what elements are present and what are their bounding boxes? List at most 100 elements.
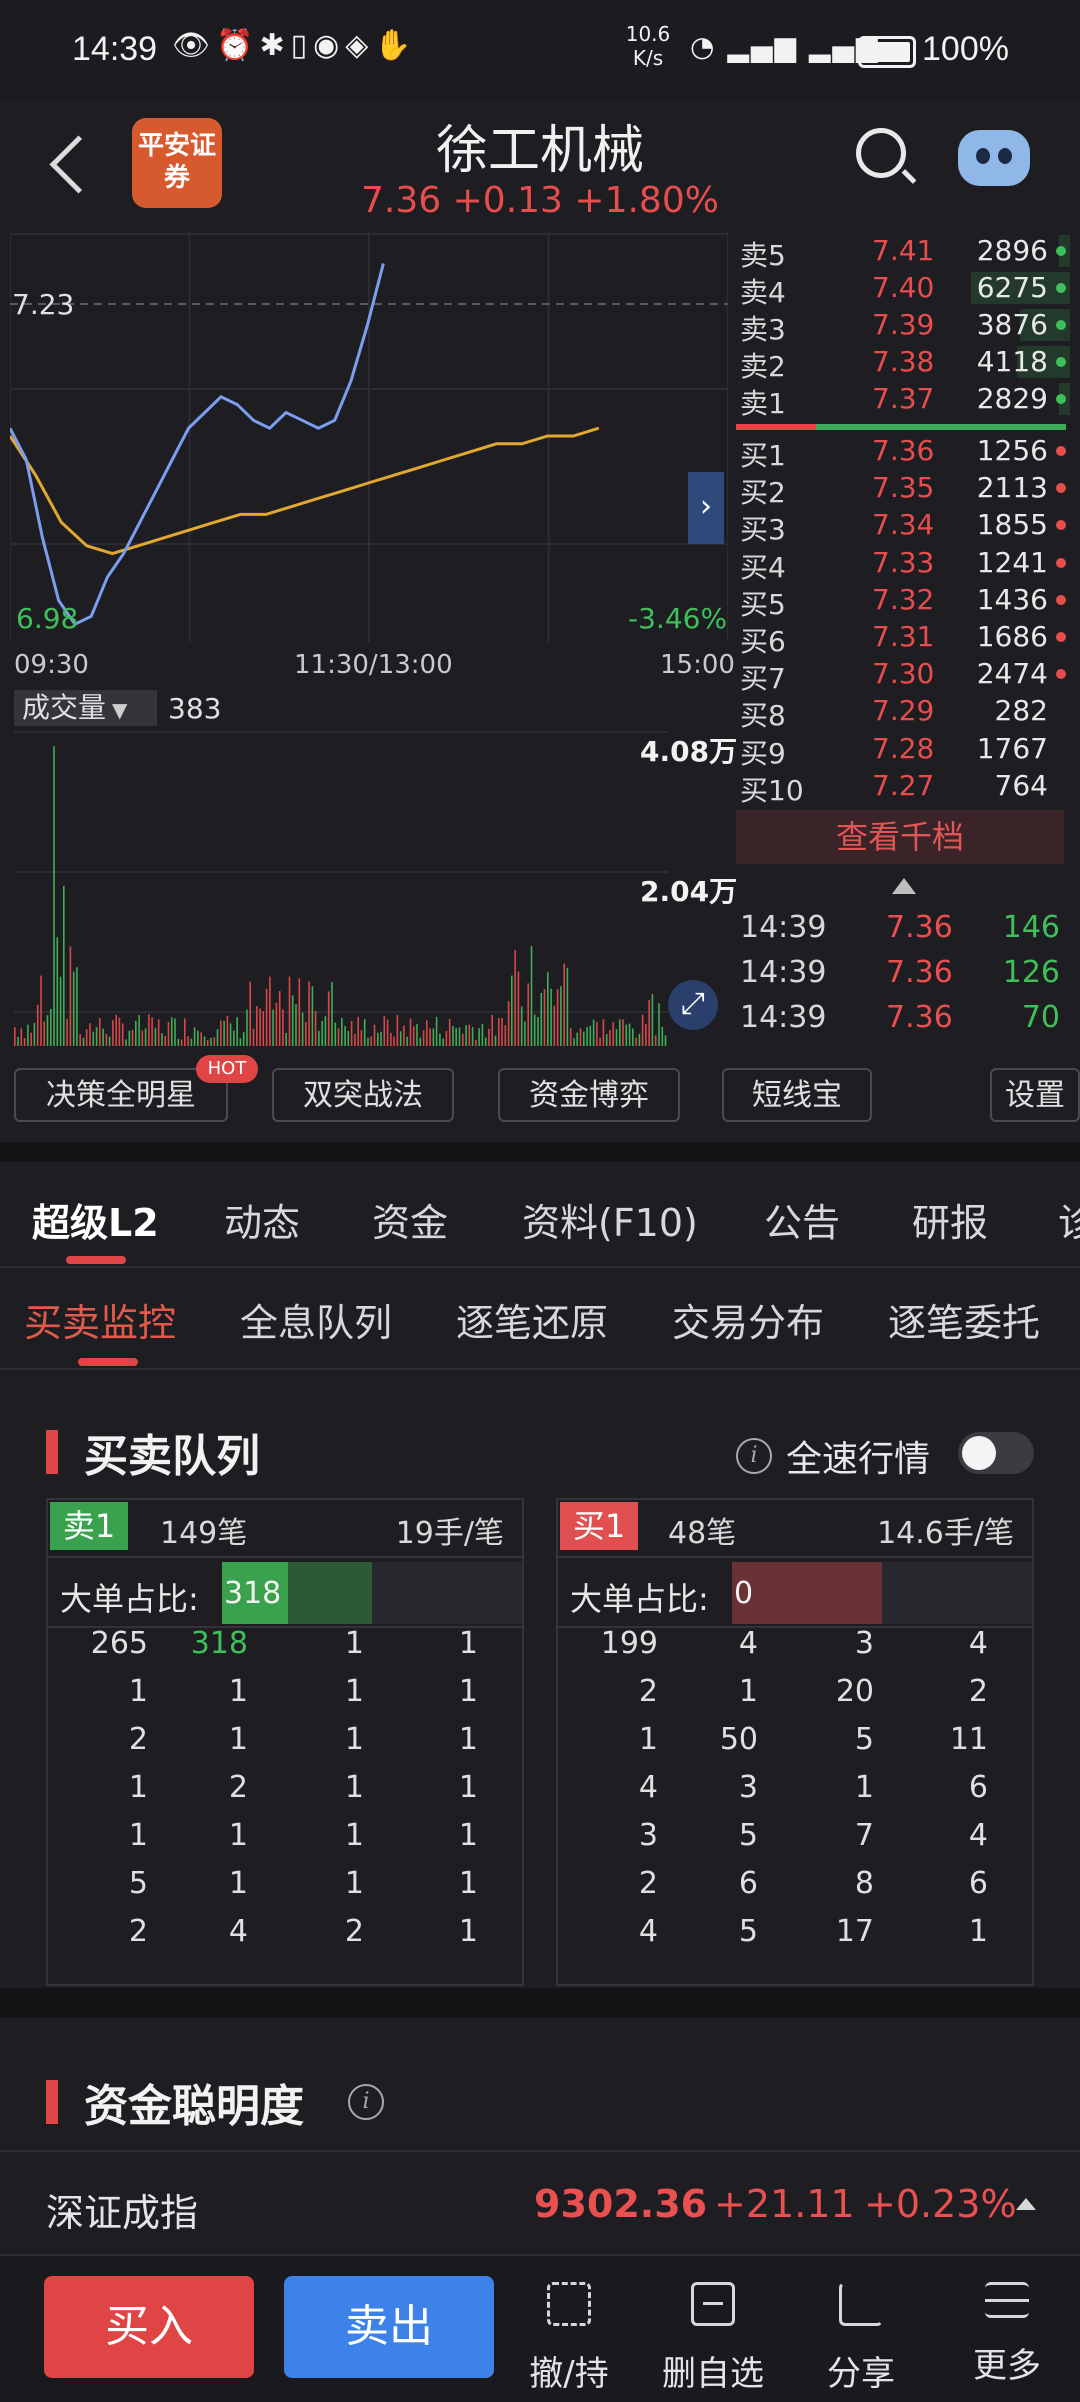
bid-row[interactable]: 买10 7.27 764 bbox=[736, 767, 1070, 807]
volume-bar bbox=[367, 1037, 369, 1046]
queue-row: 1 2 1 1 bbox=[48, 1770, 522, 1818]
volume-selector[interactable]: 成交量 ▼ bbox=[14, 690, 157, 726]
volume-bar bbox=[651, 994, 654, 1046]
info-icon[interactable]: i bbox=[736, 1438, 772, 1474]
ask-price: 7.37 bbox=[872, 382, 935, 415]
queue-cell: 1 bbox=[128, 1818, 148, 1853]
queue-cell: 2 bbox=[638, 1674, 658, 1709]
volume-bar bbox=[619, 1019, 621, 1046]
bid-row[interactable]: 买2 7.35 2113 bbox=[736, 469, 1070, 509]
tab-news[interactable]: 动态 bbox=[224, 1192, 300, 1247]
bid-row[interactable]: 买7 7.30 2474 bbox=[736, 655, 1070, 695]
buy-button[interactable]: 买入 bbox=[44, 2276, 254, 2378]
bid-price: 7.33 bbox=[872, 545, 935, 579]
share-button[interactable]: 分享 bbox=[806, 2282, 916, 2395]
volume-bar bbox=[527, 983, 529, 1046]
queue-cell: 7 bbox=[854, 1818, 874, 1853]
queue-cell: 1 bbox=[458, 1770, 478, 1805]
bid-volume: 1855 bbox=[976, 508, 1048, 542]
sell-ratio-bar: 318 bbox=[222, 1562, 522, 1624]
subtab-full-queue[interactable]: 全息队列 bbox=[240, 1292, 392, 1347]
subtab-trade-distribution[interactable]: 交易分布 bbox=[672, 1292, 824, 1347]
ask-row[interactable]: 卖1 7.37 2829 bbox=[736, 380, 1070, 420]
tool-fund-game[interactable]: 资金博弈 bbox=[498, 1068, 680, 1122]
subtab-buy-sell-monitor[interactable]: 买卖监控 bbox=[24, 1292, 176, 1347]
volume-bar bbox=[184, 1018, 186, 1046]
tool-decision-stars[interactable]: 决策全明星 bbox=[14, 1068, 228, 1122]
sell-button[interactable]: 卖出 bbox=[284, 2276, 494, 2378]
volume-bar bbox=[654, 1035, 657, 1046]
tab-funds[interactable]: 资金 bbox=[372, 1192, 448, 1247]
volume-bar bbox=[592, 1019, 595, 1046]
subtab-order-ticks[interactable]: 逐笔委托 bbox=[888, 1292, 1040, 1347]
tab-research[interactable]: 研报 bbox=[912, 1192, 988, 1247]
volume-bar bbox=[579, 1028, 582, 1046]
more-button[interactable]: 更多 bbox=[952, 2282, 1062, 2387]
volume-bar bbox=[426, 1020, 428, 1046]
tab-announcements[interactable]: 公告 bbox=[764, 1192, 840, 1247]
bid-row[interactable]: 买9 7.28 1767 bbox=[736, 730, 1070, 770]
tab-f10[interactable]: 资料(F10) bbox=[522, 1192, 698, 1247]
tab-diagnosis[interactable]: 诊 bbox=[1058, 1192, 1080, 1247]
sell-badge: 卖1 bbox=[50, 1502, 128, 1550]
bid-row[interactable]: 买1 7.36 1256 bbox=[736, 432, 1070, 472]
bid-row[interactable]: 买6 7.31 1686 bbox=[736, 618, 1070, 658]
bid-label: 买2 bbox=[740, 476, 786, 510]
volume-bar bbox=[445, 1031, 448, 1046]
queue-cell: 3 bbox=[638, 1818, 658, 1853]
assistant-robot-icon[interactable] bbox=[958, 130, 1030, 186]
volume-bar bbox=[242, 1032, 245, 1046]
info-icon[interactable]: i bbox=[348, 2084, 384, 2120]
volume-bar bbox=[249, 981, 251, 1046]
back-icon[interactable] bbox=[49, 135, 108, 194]
bid-dot-icon bbox=[1056, 520, 1066, 531]
tab-super-l2[interactable]: 超级L2 bbox=[32, 1192, 159, 1247]
bid-row[interactable]: 买4 7.33 1241 bbox=[736, 544, 1070, 584]
volume-bar bbox=[236, 1017, 238, 1046]
bid-row[interactable]: 买5 7.32 1436 bbox=[736, 581, 1070, 621]
volume-bar bbox=[79, 1034, 81, 1046]
fullscreen-icon[interactable]: ⤢ bbox=[668, 980, 718, 1030]
queue-cell: 1 bbox=[228, 1866, 248, 1901]
fast-quote-toggle[interactable] bbox=[958, 1432, 1034, 1474]
remove-watchlist-button[interactable]: 删自选 bbox=[658, 2282, 768, 2395]
subtab-tick-restore[interactable]: 逐笔还原 bbox=[456, 1292, 608, 1347]
volume-bar bbox=[645, 1024, 647, 1046]
volume-bar bbox=[511, 975, 513, 1046]
search-icon[interactable] bbox=[856, 128, 906, 178]
volume-bar bbox=[370, 1036, 372, 1046]
volume-bar bbox=[576, 1032, 578, 1046]
buy-order-count: 48笔 bbox=[668, 1516, 737, 1551]
ask-row[interactable]: 卖4 7.40 6275 bbox=[736, 269, 1070, 309]
ask-row[interactable]: 卖2 7.38 4118 bbox=[736, 343, 1070, 383]
volume-bar bbox=[269, 976, 271, 1046]
expand-orderbook-button[interactable]: › bbox=[688, 472, 724, 544]
ask-row[interactable]: 卖5 7.41 2896 bbox=[736, 232, 1070, 272]
volume-chart bbox=[14, 731, 668, 1046]
collapse-arrow-icon[interactable] bbox=[892, 878, 916, 894]
queue-cell: 1 bbox=[458, 1818, 478, 1853]
bid-row[interactable]: 买3 7.34 1855 bbox=[736, 506, 1070, 546]
view-depth-button[interactable]: 查看千档 bbox=[736, 810, 1064, 864]
intraday-chart[interactable]: 7.23 6.98 -3.46% bbox=[10, 232, 728, 642]
queue-cell: 1 bbox=[968, 1914, 988, 1949]
volume-bar bbox=[550, 988, 552, 1046]
ask-row[interactable]: 卖3 7.39 3876 bbox=[736, 306, 1070, 346]
tool-settings[interactable]: 设置 bbox=[990, 1068, 1080, 1122]
volume-bar bbox=[291, 995, 294, 1046]
battery-icon bbox=[858, 36, 916, 68]
status-time: 14:39 bbox=[72, 30, 158, 68]
bid-volume: 1256 bbox=[976, 434, 1048, 467]
volume-bar bbox=[157, 1019, 160, 1046]
queue-cell: 4 bbox=[638, 1770, 658, 1805]
volume-bar bbox=[203, 1036, 206, 1046]
volume-bar bbox=[33, 1022, 36, 1046]
tool-short-term[interactable]: 短线宝 bbox=[722, 1068, 872, 1122]
bid-row[interactable]: 买8 7.29 282 bbox=[736, 692, 1070, 732]
expand-arrow-icon[interactable] bbox=[1016, 2198, 1036, 2210]
tool-double-breakout[interactable]: 双突战法 bbox=[272, 1068, 454, 1122]
queue-cell: 8 bbox=[854, 1866, 874, 1901]
cancel-hold-button[interactable]: 撤/持 bbox=[514, 2282, 624, 2395]
queue-row: 1 50 5 11 bbox=[558, 1722, 1032, 1770]
volume-bar bbox=[625, 1024, 628, 1046]
